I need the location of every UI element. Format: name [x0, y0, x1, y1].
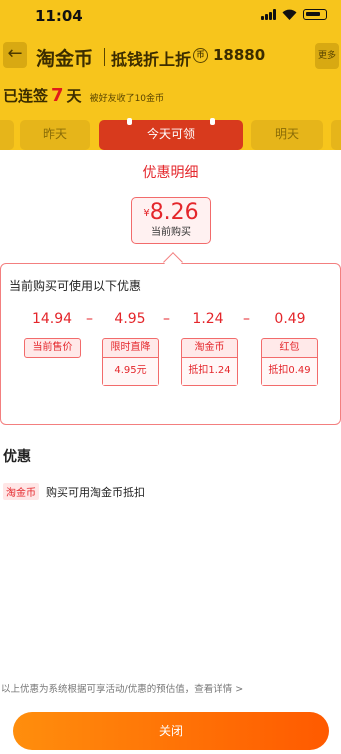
tag-label: 当前售价: [32, 342, 73, 353]
day-tab-yesterday[interactable]: 昨天: [20, 120, 90, 150]
tag-label: 限时直降: [110, 342, 151, 353]
wifi-icon: [282, 9, 297, 20]
day-tab-prev[interactable]: [0, 120, 14, 150]
minus-operator: –: [243, 311, 250, 327]
coin-discount-tag: 淘金币 抵扣1.24: [181, 338, 238, 386]
tag-detail: 抵扣1.24: [182, 357, 237, 385]
original-price-tag: 当前售价: [24, 338, 81, 358]
coin-icon: 币: [193, 48, 208, 63]
view-details-link[interactable]: 以上优惠为系统根据可享活动/优惠的预估值，查看详情 >: [0, 681, 341, 695]
current-price-label: 当前购买: [151, 227, 191, 238]
promo-item: 淘金币 购买可用淘金币抵扣: [3, 483, 145, 500]
more-button[interactable]: 更多: [315, 43, 339, 69]
status-icons: [261, 9, 327, 20]
breakdown-title: 当前购买可使用以下优惠: [9, 279, 142, 293]
discount-breakdown-card: 当前购买可使用以下优惠 14.94 – 4.95 – 1.24 – 0.49 当…: [0, 263, 341, 425]
nav-divider: [104, 48, 105, 66]
signin-unit: 天: [66, 87, 82, 105]
brand-title: 淘金币: [36, 48, 94, 70]
tag-label: 淘金币: [194, 342, 225, 353]
coin-discount-amount: 1.24: [192, 311, 224, 327]
back-arrow-icon: ←: [7, 43, 23, 64]
signin-note: 被好友收了10金币: [89, 94, 165, 104]
current-price-box: ¥8.26 当前购买: [131, 197, 211, 244]
signin-streak: 已连签 7 天 被好友收了10金币: [3, 85, 164, 107]
day-tabs: 昨天 今天可领 明天: [0, 118, 341, 150]
red-packet-amount: 0.49: [274, 311, 306, 327]
discount-detail-sheet: 优惠明细 ¥8.26 当前购买 当前购买可使用以下优惠 14.94 – 4.95…: [0, 150, 341, 754]
signin-days: 7: [51, 85, 64, 106]
status-bar: 11:04: [0, 0, 341, 34]
battery-icon: [303, 9, 327, 20]
tag-detail: 抵扣0.49: [262, 357, 317, 385]
promo-description: 购买可用淘金币抵扣: [46, 485, 145, 499]
signin-prefix: 已连签: [3, 87, 49, 105]
current-price: 8.26: [149, 200, 199, 225]
close-button[interactable]: 关闭: [13, 712, 329, 750]
day-tab-tomorrow[interactable]: 明天: [251, 120, 323, 150]
day-tab-today[interactable]: 今天可领: [99, 118, 243, 150]
promo-tag: 淘金币: [3, 483, 39, 500]
sheet-title: 优惠明细: [142, 165, 199, 181]
status-time: 11:04: [35, 7, 83, 25]
section-title-offers: 优惠: [3, 449, 31, 465]
tag-label: 红包: [279, 342, 300, 353]
day-tab-next[interactable]: [331, 120, 341, 150]
background-page: 11:04 ← 淘金币 抵钱折上折 币 18880 更多 已连签 7 天 被好友…: [0, 0, 341, 150]
nav-bar: ← 淘金币 抵钱折上折 币 18880 更多: [0, 40, 341, 72]
original-price-amount: 14.94: [31, 311, 73, 327]
nav-slogan: 抵钱折上折: [111, 50, 192, 69]
flash-discount-tag: 限时直降 4.95元: [102, 338, 159, 386]
coin-balance: 18880: [213, 46, 266, 64]
back-button[interactable]: ←: [3, 42, 27, 68]
tag-detail: 4.95元: [103, 357, 158, 385]
flash-discount-amount: 4.95: [114, 311, 146, 327]
minus-operator: –: [163, 311, 170, 327]
minus-operator: –: [86, 311, 93, 327]
red-packet-tag: 红包 抵扣0.49: [261, 338, 318, 386]
signal-icon: [261, 9, 276, 20]
